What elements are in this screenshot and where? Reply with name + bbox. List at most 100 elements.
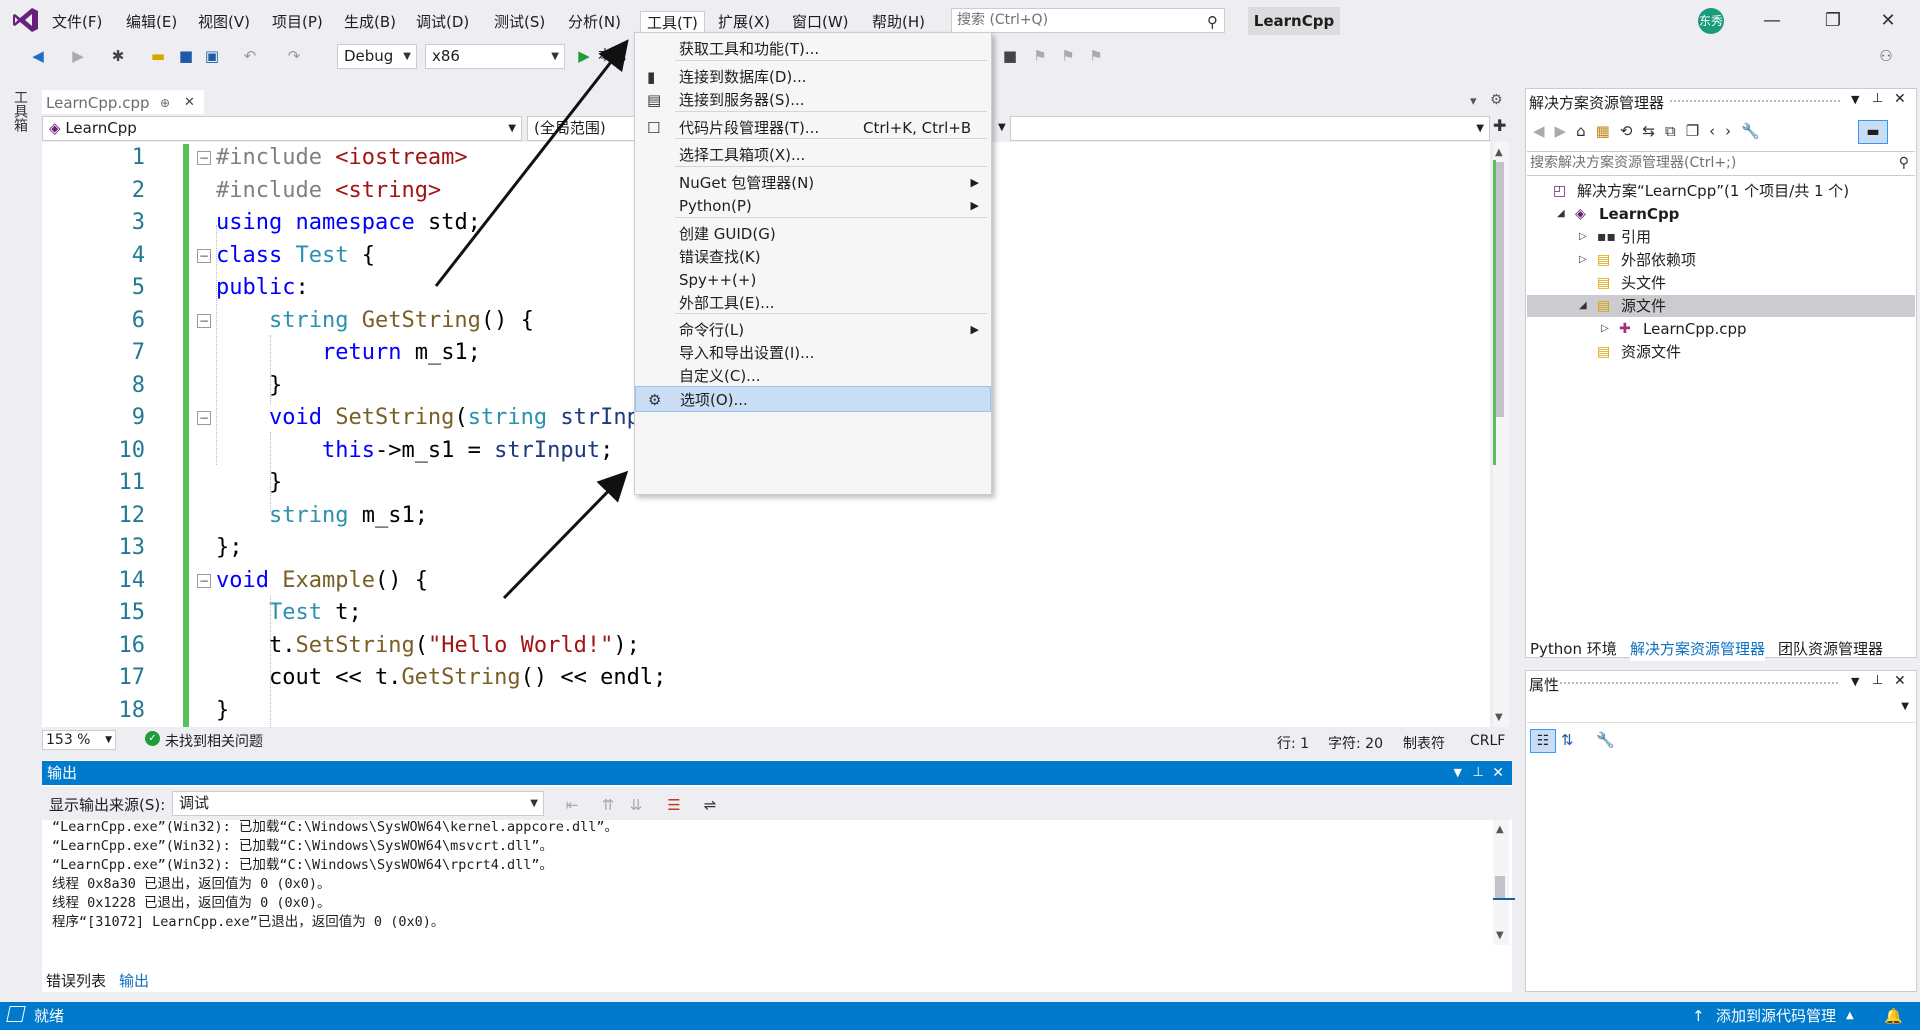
minimize-button[interactable]: — — [1752, 8, 1792, 34]
tree-item[interactable]: ▤ 头文件 — [1527, 272, 1915, 294]
menu-item-11[interactable]: 帮助(H) — [866, 11, 931, 34]
expand-arrow-icon[interactable]: ▷ — [1579, 226, 1587, 248]
expand-arrow-icon[interactable]: ▷ — [1601, 318, 1609, 340]
chevron-down-icon[interactable]: ▼ — [992, 116, 1006, 141]
menu-item-1[interactable]: 编辑(E) — [120, 11, 183, 34]
menu-item-6[interactable]: 测试(S) — [488, 11, 551, 34]
code-line[interactable]: #include <iostream> — [216, 142, 468, 175]
tools-menu-item[interactable]: 外部工具(E)... — [635, 290, 991, 316]
save-icon[interactable]: ■ — [176, 46, 196, 66]
new-project-icon[interactable]: ✱ — [108, 46, 128, 66]
tools-menu-item[interactable]: 获取工具和功能(T)... — [635, 36, 991, 62]
zoom-dropdown[interactable]: 153 % ▼ — [42, 730, 116, 750]
back-icon[interactable]: ◀ — [28, 46, 48, 66]
find-message-icon[interactable]: ⇤ — [562, 795, 582, 815]
tabs-status[interactable]: 制表符 — [1403, 733, 1445, 753]
split-editor-icon[interactable]: ✚ — [1493, 116, 1506, 135]
menu-item-4[interactable]: 生成(B) — [338, 11, 402, 34]
scope-nav-dropdown[interactable]: (全局范围) — [527, 116, 635, 141]
code-line[interactable]: } — [216, 467, 282, 500]
menu-item-0[interactable]: 文件(F) — [46, 11, 108, 34]
close-panel-icon[interactable]: ✕ — [1492, 761, 1504, 785]
chevron-up-icon[interactable]: ▲ — [1846, 1002, 1854, 1030]
pin-icon[interactable]: ⊥ — [1872, 673, 1883, 688]
eol-status[interactable]: CRLF — [1470, 733, 1505, 749]
tools-menu-item[interactable]: Python(P) ▶ — [635, 193, 991, 219]
code-view-icon[interactable]: ‹› — [1709, 122, 1741, 140]
tab-output[interactable]: 输出 — [115, 970, 154, 992]
redo-icon[interactable]: ↷ — [284, 46, 304, 66]
code-line[interactable]: return m_s1; — [216, 337, 481, 370]
notifications-icon[interactable]: 🔔 — [1884, 1002, 1903, 1030]
menu-item-3[interactable]: 项目(P) — [266, 11, 329, 34]
solution-search-input[interactable]: 搜索解决方案资源管理器(Ctrl+;) ⚲ — [1527, 151, 1915, 176]
configuration-dropdown[interactable]: Debug ▼ — [337, 44, 417, 69]
code-line[interactable]: string m_s1; — [216, 500, 428, 533]
run-icon[interactable]: ▶ — [574, 46, 594, 66]
close-window-button[interactable]: ✕ — [1868, 8, 1908, 34]
output-source-dropdown[interactable]: 调试 ▼ — [172, 791, 544, 816]
scroll-up-icon[interactable]: ▲ — [1496, 824, 1504, 835]
tree-item[interactable]: ▤ 资源文件 — [1527, 341, 1915, 363]
next-message-icon[interactable]: ⇊ — [626, 795, 646, 815]
tools-menu-item[interactable]: ☐ 代码片段管理器(T)... Ctrl+K, Ctrl+B — [635, 115, 991, 141]
output-scroll-thumb[interactable] — [1495, 876, 1505, 898]
toolbox-tab[interactable]: 工具箱 — [10, 90, 30, 132]
pin-icon[interactable]: ⊥ — [1473, 761, 1484, 785]
panel-dropdown-icon[interactable]: ▼ — [1851, 93, 1859, 106]
expand-arrow-icon[interactable]: ▷ — [1579, 249, 1587, 271]
tab-python-environments[interactable]: Python 环境 — [1530, 637, 1617, 661]
fold-toggle-icon[interactable]: − — [197, 573, 211, 588]
menu-item-7[interactable]: 分析(N) — [562, 11, 627, 34]
close-panel-icon[interactable]: ✕ — [1894, 91, 1906, 107]
code-line[interactable]: cout << t.GetString() << endl; — [216, 662, 666, 695]
expand-arrow-icon[interactable]: ◢ — [1579, 295, 1587, 317]
switch-view-icon[interactable]: ▦ — [1596, 122, 1620, 140]
bookmark-clear-icon[interactable]: ⚑ — [1086, 46, 1106, 66]
history-icon[interactable]: ⟲ — [1620, 122, 1643, 140]
add-to-source-control[interactable]: 添加到源代码管理 — [1716, 1002, 1836, 1030]
code-line[interactable]: string GetString() { — [216, 305, 534, 338]
code-line[interactable]: } — [216, 695, 229, 728]
search-input[interactable]: 搜索 (Ctrl+Q) ⚲ — [951, 8, 1225, 33]
alphabetical-icon[interactable]: ⇅ — [1561, 731, 1574, 749]
tab-dropdown-icon[interactable]: ▾ — [1470, 94, 1477, 109]
collapse-icon[interactable]: ⧉ — [1665, 122, 1686, 140]
tree-item[interactable]: ◰ 解决方案“LearnCpp”(1 个项目/共 1 个) — [1527, 180, 1915, 202]
bookmark-icon[interactable]: ■ — [1000, 46, 1020, 66]
expand-arrow-icon[interactable]: ◢ — [1557, 203, 1565, 225]
code-line[interactable]: Test t; — [216, 597, 362, 630]
code-line[interactable]: class Test { — [216, 240, 375, 273]
tree-item[interactable]: ▷ ▤ 外部依赖项 — [1527, 249, 1915, 271]
open-folder-icon[interactable]: ▬ — [148, 46, 168, 66]
code-line[interactable]: this->m_s1 = strInput; — [216, 435, 613, 468]
code-line[interactable]: public: — [216, 272, 309, 305]
platform-dropdown[interactable]: x86 ▼ — [425, 44, 565, 69]
tab-team-explorer[interactable]: 团队资源管理器 — [1778, 637, 1883, 661]
categorized-icon[interactable]: ☷ — [1530, 729, 1556, 753]
scroll-up-icon[interactable]: ▲ — [1495, 147, 1503, 158]
close-panel-icon[interactable]: ✕ — [1894, 673, 1906, 689]
property-pages-icon[interactable]: 🔧 — [1596, 731, 1615, 749]
save-all-icon[interactable]: ▣ — [202, 46, 222, 66]
word-wrap-icon[interactable]: ⇌ — [700, 795, 720, 815]
code-line[interactable]: using namespace std; — [216, 207, 481, 240]
pin-icon[interactable]: ⊥ — [1872, 91, 1883, 106]
preview-toggle-icon[interactable]: ▬ — [1858, 120, 1888, 144]
bookmark-prev-icon[interactable]: ⚑ — [1030, 46, 1050, 66]
panel-dropdown-icon[interactable]: ▼ — [1454, 761, 1462, 785]
clear-all-icon[interactable]: ☰ — [664, 795, 684, 815]
code-line[interactable]: void Example() { — [216, 565, 428, 598]
document-tab-learncpp[interactable]: LearnCpp.cpp ⊕ ✕ — [42, 90, 204, 114]
user-avatar[interactable]: 东秀 — [1698, 8, 1724, 34]
tab-error-list[interactable]: 错误列表 — [42, 970, 110, 992]
forward-icon[interactable]: ▶ — [68, 46, 88, 66]
menu-item-10[interactable]: 窗口(W) — [786, 11, 855, 34]
close-tab-icon[interactable]: ✕ — [184, 92, 195, 114]
properties-wrench-icon[interactable]: 🔧 — [1741, 122, 1770, 140]
menu-item-9[interactable]: 扩展(X) — [712, 11, 776, 34]
project-nav-dropdown[interactable]: ◈ LearnCpp ▼ — [42, 116, 522, 141]
menu-item-2[interactable]: 视图(V) — [192, 11, 256, 34]
properties-object-dropdown[interactable]: ▼ — [1527, 697, 1915, 723]
restore-button[interactable]: ❐ — [1813, 8, 1853, 34]
